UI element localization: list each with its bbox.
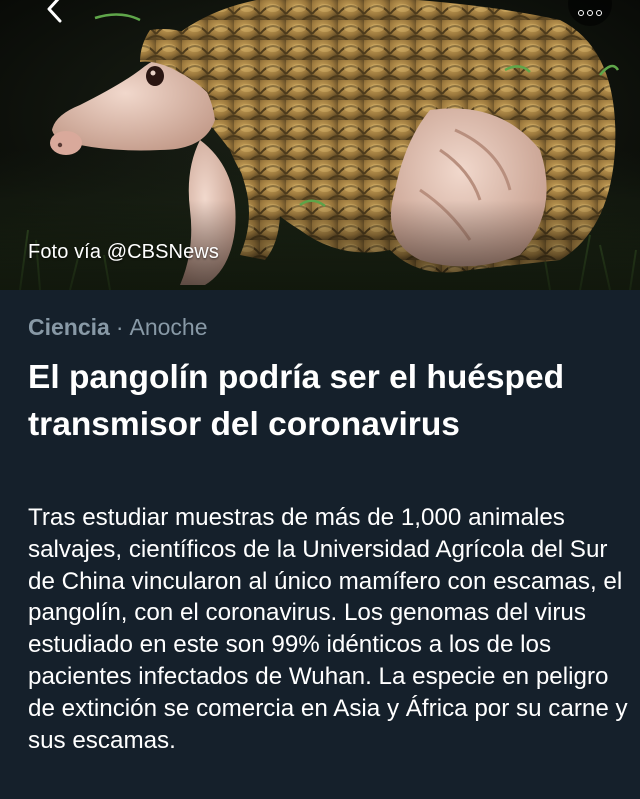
hero-image[interactable]: Foto vía @CBSNews: [0, 0, 640, 290]
more-options-dot: [596, 10, 602, 16]
article-meta: Ciencia · Anoche: [28, 314, 208, 341]
category-label[interactable]: Ciencia: [28, 314, 110, 340]
more-options-dot: [587, 10, 593, 16]
article-card: Ciencia · Anoche El pangolín podría ser el…: [0, 290, 640, 799]
moment-article-page: Foto vía @CBSNews Ciencia · Anoche El pang…: [0, 0, 640, 799]
article-summary: Tras estudiar muestras de más de 1,000 a…: [28, 504, 628, 754]
meta-separator: ·: [115, 314, 124, 340]
article-headline: El pangolín podría ser el huésped transm…: [28, 359, 565, 443]
more-options-icon: [578, 10, 584, 16]
timestamp: Anoche: [129, 314, 208, 340]
back-button[interactable]: [38, 0, 72, 26]
chevron-left-icon: [47, 0, 62, 23]
photo-credit: Foto vía @CBSNews: [28, 241, 219, 263]
